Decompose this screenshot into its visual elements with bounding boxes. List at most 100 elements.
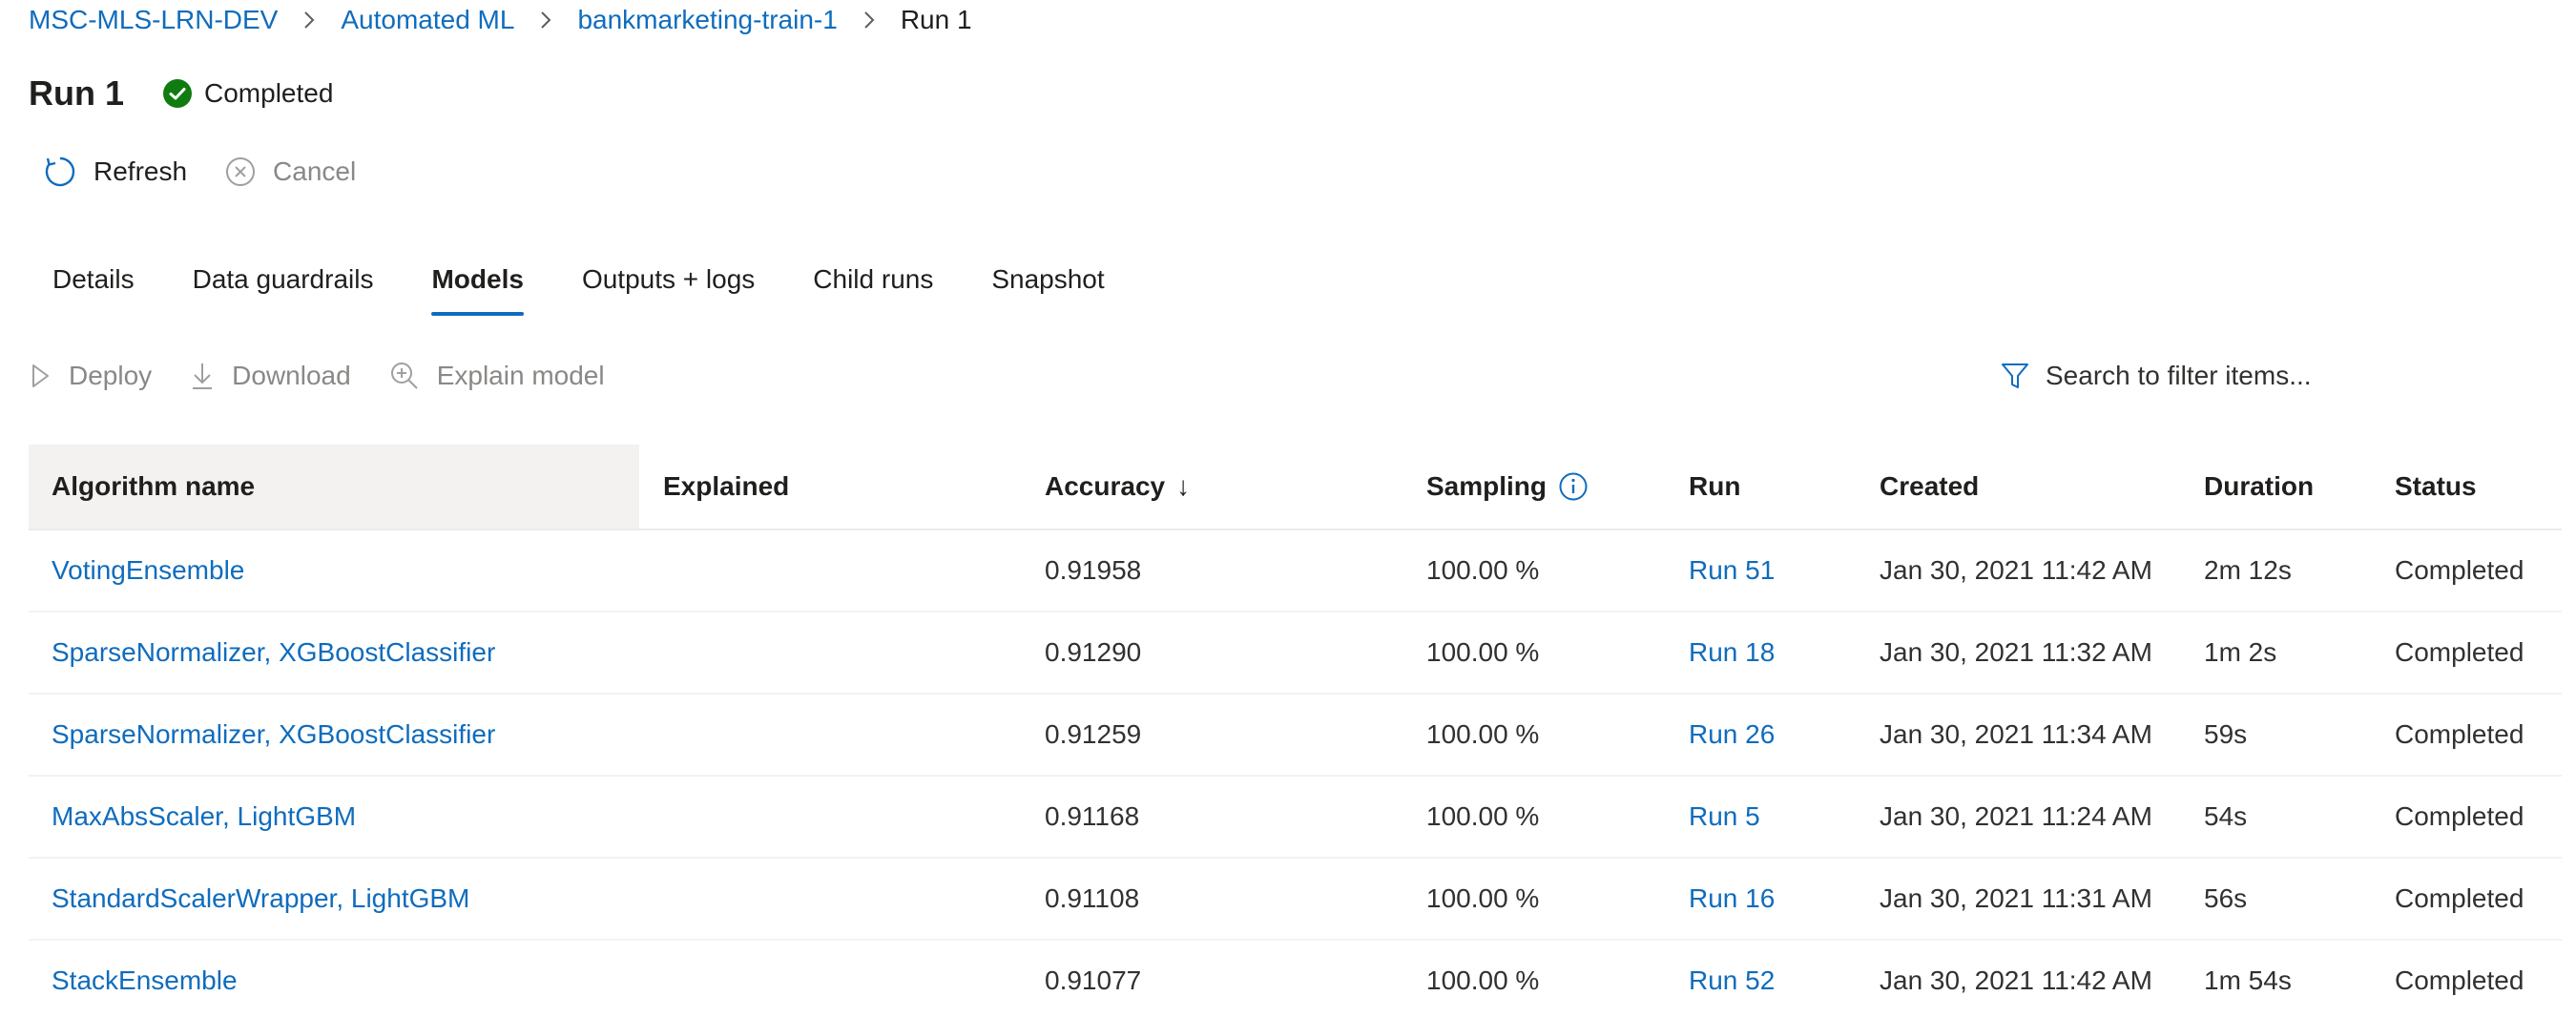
breadcrumb-automated-ml[interactable]: Automated ML [341, 5, 514, 35]
sampling-cell: 100.00 % [1426, 637, 1540, 667]
sampling-cell: 100.00 % [1426, 965, 1540, 995]
algorithm-name-link[interactable]: VotingEnsemble [52, 530, 244, 611]
table-row[interactable]: SparseNormalizer, XGBoostClassifier 0.91… [29, 612, 2562, 695]
models-table: Algorithm name Explained Accuracy ↓ Samp… [29, 445, 2562, 1017]
sampling-cell: 100.00 % [1426, 719, 1540, 749]
tab-details[interactable]: Details [29, 243, 158, 316]
created-cell: Jan 30, 2021 11:32 AM [1880, 637, 2152, 667]
download-button[interactable]: Download [190, 361, 351, 391]
column-header-label: Sampling [1426, 471, 1548, 501]
table-row[interactable]: StandardScalerWrapper, LightGBM 0.91108 … [29, 859, 2562, 941]
explain-model-button[interactable]: Explain model [389, 361, 605, 391]
refresh-button[interactable]: Refresh [44, 156, 187, 188]
accuracy-cell: 0.91290 [1045, 637, 1142, 667]
status-cell: Completed [2395, 883, 2524, 913]
accuracy-cell: 0.91108 [1045, 883, 1140, 913]
column-header-algorithm-name[interactable]: Algorithm name [29, 445, 639, 529]
column-header-accuracy[interactable]: Accuracy ↓ [1045, 445, 1190, 529]
tab-models[interactable]: Models [407, 243, 547, 316]
play-icon [32, 364, 49, 387]
zoom-in-icon [390, 363, 418, 389]
column-header-label: Status [2395, 471, 2477, 501]
download-label: Download [232, 361, 351, 390]
table-row[interactable]: MaxAbsScaler, LightGBM 0.91168 100.00 % … [29, 777, 2562, 859]
created-cell: Jan 30, 2021 11:31 AM [1880, 883, 2152, 913]
accuracy-cell: 0.91077 [1045, 965, 1142, 995]
breadcrumb-current: Run 1 [900, 5, 972, 34]
column-header-explained[interactable]: Explained [663, 445, 789, 529]
sampling-cell: 100.00 % [1426, 555, 1540, 585]
cancel-label: Cancel [273, 156, 357, 186]
check-circle-icon [163, 79, 193, 108]
algorithm-name-link[interactable]: StandardScalerWrapper, LightGBM [52, 859, 469, 939]
cancel-button[interactable]: Cancel [225, 156, 356, 187]
duration-cell: 2m 12s [2204, 555, 2292, 585]
status-cell: Completed [2395, 801, 2524, 831]
column-header-label: Accuracy [1045, 471, 1166, 501]
status-cell: Completed [2395, 555, 2524, 585]
tab-outputs-logs[interactable]: Outputs + logs [558, 243, 779, 316]
column-header-status[interactable]: Status [2395, 445, 2477, 529]
column-header-run[interactable]: Run [1689, 445, 1740, 529]
deploy-label: Deploy [69, 361, 153, 390]
models-toolbar: Deploy Download Explain model Search to … [29, 349, 2557, 403]
status-cell: Completed [2395, 965, 2524, 995]
sort-descending-icon: ↓ [1176, 471, 1191, 501]
title-row: Run 1 Completed [29, 67, 333, 120]
breadcrumb: MSC-MLS-LRN-DEV Automated ML bankmarketi… [29, 0, 972, 40]
table-header: Algorithm name Explained Accuracy ↓ Samp… [29, 445, 2562, 530]
run-link[interactable]: Run 18 [1689, 612, 1775, 693]
created-cell: Jan 30, 2021 11:24 AM [1880, 801, 2152, 831]
run-link[interactable]: Run 5 [1689, 777, 1760, 857]
sampling-cell: 100.00 % [1426, 801, 1540, 831]
column-header-label: Explained [663, 471, 790, 501]
column-header-label: Run [1689, 471, 1741, 501]
duration-cell: 54s [2204, 801, 2248, 831]
filter-icon [2002, 363, 2028, 388]
refresh-icon [45, 156, 75, 187]
algorithm-name-link[interactable]: SparseNormalizer, XGBoostClassifier [52, 612, 495, 693]
tab-bar: Details Data guardrails Models Outputs +… [29, 243, 1139, 316]
table-row[interactable]: VotingEnsemble 0.91958 100.00 % Run 51 J… [29, 530, 2562, 612]
duration-cell: 1m 54s [2204, 965, 2292, 995]
sampling-cell: 100.00 % [1426, 883, 1540, 913]
deploy-button[interactable]: Deploy [29, 361, 152, 391]
table-row[interactable]: StackEnsemble 0.91077 100.00 % Run 52 Ja… [29, 941, 2562, 1017]
info-icon[interactable] [1558, 471, 1589, 502]
duration-cell: 1m 2s [2204, 637, 2277, 667]
chevron-right-icon [302, 10, 316, 31]
status-cell: Completed [2395, 637, 2524, 667]
status-badge: Completed [162, 78, 333, 109]
tab-snapshot[interactable]: Snapshot [967, 243, 1128, 316]
explain-model-label: Explain model [436, 361, 605, 390]
run-link[interactable]: Run 51 [1689, 530, 1775, 611]
run-link[interactable]: Run 26 [1689, 695, 1775, 775]
duration-cell: 56s [2204, 883, 2248, 913]
algorithm-name-link[interactable]: StackEnsemble [52, 941, 238, 1017]
cancel-icon [226, 157, 256, 186]
algorithm-name-link[interactable]: MaxAbsScaler, LightGBM [52, 777, 356, 857]
column-header-created[interactable]: Created [1880, 445, 1979, 529]
run-link[interactable]: Run 52 [1689, 941, 1775, 1017]
tab-data-guardrails[interactable]: Data guardrails [169, 243, 398, 316]
algorithm-name-link[interactable]: SparseNormalizer, XGBoostClassifier [52, 695, 495, 775]
table-row[interactable]: SparseNormalizer, XGBoostClassifier 0.91… [29, 695, 2562, 777]
breadcrumb-experiment[interactable]: bankmarketing-train-1 [577, 5, 837, 35]
filter-placeholder: Search to filter items... [2046, 361, 2312, 390]
duration-cell: 59s [2204, 719, 2248, 749]
run-link[interactable]: Run 16 [1689, 859, 1775, 939]
refresh-label: Refresh [93, 156, 188, 186]
filter-search-input[interactable]: Search to filter items... [2000, 349, 2312, 403]
page-title: Run 1 [29, 73, 125, 113]
chevron-right-icon [862, 10, 876, 31]
accuracy-cell: 0.91168 [1045, 801, 1140, 831]
column-header-sampling[interactable]: Sampling [1426, 445, 1589, 529]
tab-child-runs[interactable]: Child runs [789, 243, 957, 316]
column-header-label: Created [1880, 471, 1980, 501]
column-header-duration[interactable]: Duration [2204, 445, 2314, 529]
breadcrumb-workspace[interactable]: MSC-MLS-LRN-DEV [29, 5, 278, 35]
column-header-label: Duration [2204, 471, 2315, 501]
status-text: Completed [204, 78, 334, 108]
accuracy-cell: 0.91958 [1045, 555, 1142, 585]
chevron-right-icon [539, 10, 552, 31]
